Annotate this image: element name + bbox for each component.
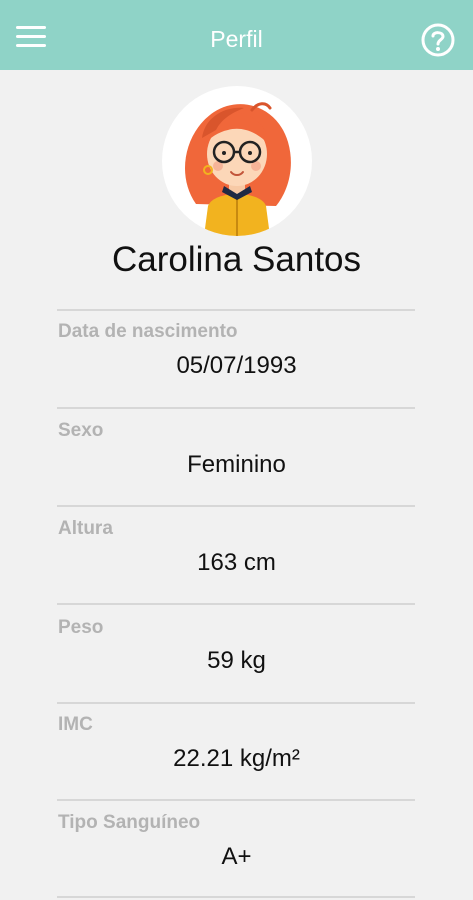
blood-type-value: A+: [221, 843, 252, 870]
divider: [57, 407, 415, 409]
sex-value: Feminino: [187, 451, 286, 478]
top-app-bar: Perfil: [0, 0, 473, 70]
weight-value: 59 kg: [207, 647, 266, 674]
avatar: [162, 86, 312, 236]
help-circle-icon: [421, 23, 455, 57]
height-value: 163 cm: [197, 549, 276, 576]
sex-label: Sexo: [58, 420, 104, 441]
divider: [57, 896, 415, 898]
bmi-value: 22.21 kg/m²: [173, 745, 300, 772]
height-label: Altura: [58, 518, 113, 539]
profile-name: Carolina Santos: [111, 240, 362, 279]
divider: [57, 603, 415, 605]
help-button[interactable]: [420, 22, 456, 58]
bmi-label: IMC: [58, 714, 93, 735]
divider: [57, 309, 415, 311]
divider: [57, 799, 415, 801]
page-title: Perfil: [210, 26, 263, 52]
divider: [57, 505, 415, 507]
blood-type-label: Tipo Sanguíneo: [58, 812, 201, 833]
avatar-illustration: [184, 102, 291, 236]
divider: [57, 702, 415, 704]
birthdate-value: 05/07/1993: [176, 352, 297, 379]
weight-label: Peso: [58, 617, 104, 638]
birthdate-label: Data de nascimento: [58, 321, 238, 342]
